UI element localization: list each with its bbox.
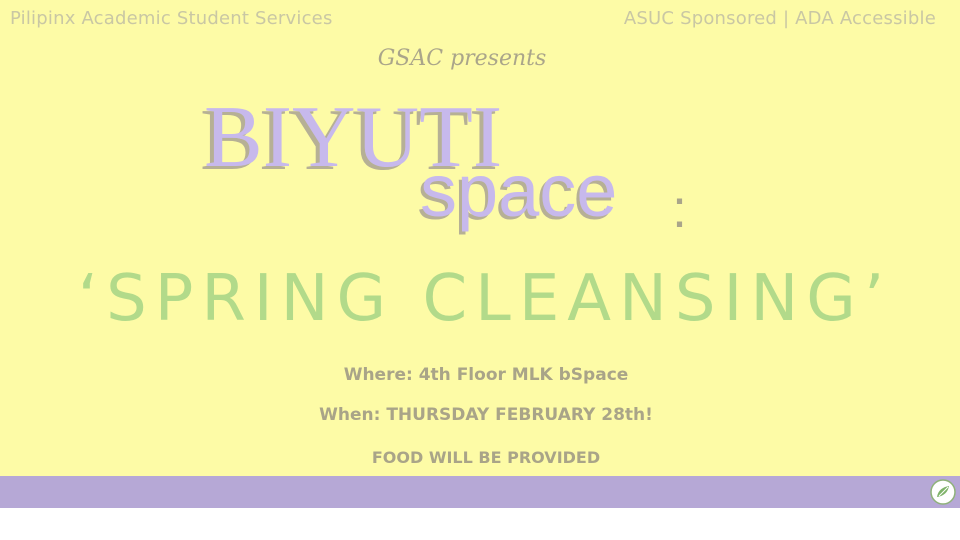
event-food-note: FOOD WILL BE PROVIDED bbox=[371, 448, 601, 467]
leaf-logo-icon bbox=[930, 479, 956, 505]
presenter-line: GSAC presents bbox=[377, 46, 547, 71]
title-colon: : bbox=[672, 179, 688, 239]
event-date: When: THURSDAY FEBRUARY 28th! bbox=[319, 405, 653, 425]
event-location: Where: 4th Floor MLK bSpace bbox=[343, 365, 629, 385]
bottom-margin bbox=[0, 508, 960, 540]
flyer-slide: Pilipinx Academic Student Services ASUC … bbox=[0, 0, 960, 540]
footer-band bbox=[0, 476, 960, 508]
sponsor-note: ASUC Sponsored | ADA Accessible bbox=[623, 8, 936, 29]
org-name: Pilipinx Academic Student Services bbox=[10, 8, 333, 29]
title-space: space bbox=[420, 149, 618, 232]
event-subtitle: ‘SPRING CLEANSING’ bbox=[77, 262, 893, 336]
